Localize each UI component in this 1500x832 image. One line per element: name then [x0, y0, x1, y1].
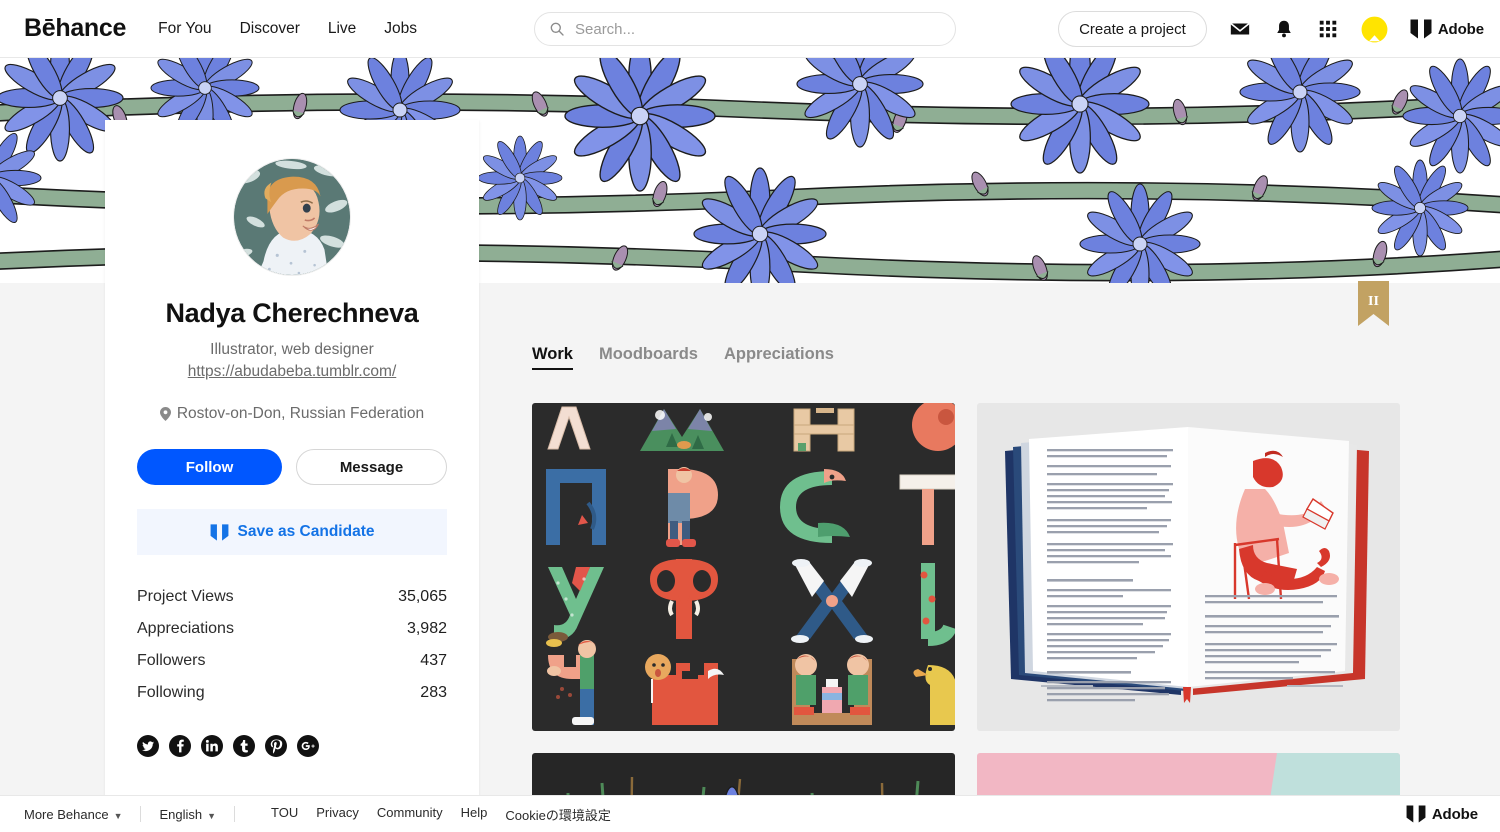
profile-stats: Project Views 35,065 Appreciations 3,982…: [137, 581, 447, 709]
profile-badge-ribbon[interactable]: II: [1358, 281, 1389, 326]
project-thumbnail-book: [977, 403, 1400, 731]
stat-row-project-views: Project Views 35,065: [137, 581, 447, 613]
footer-divider-2: [234, 806, 236, 822]
footer-link-community[interactable]: Community: [377, 805, 443, 824]
stat-row-followers: Followers 437: [137, 645, 447, 677]
stat-row-following: Following 283: [137, 677, 447, 709]
footer-more-behance[interactable]: More Behance ▼: [24, 807, 122, 822]
pinterest-icon[interactable]: [265, 735, 287, 757]
search-input[interactable]: [575, 20, 941, 38]
create-a-project-button[interactable]: Create a project: [1058, 11, 1207, 47]
behance-profile-page: Bēhance For You Discover Live Jobs Creat…: [0, 0, 1500, 832]
stat-value: 437: [420, 652, 447, 669]
linkedin-icon[interactable]: [201, 735, 223, 757]
adobe-wordmark: Adobe: [1437, 20, 1484, 38]
behance-logo[interactable]: Bēhance: [24, 14, 126, 43]
main-navigation: For You Discover Live Jobs: [158, 20, 417, 38]
save-as-candidate-button[interactable]: Save as Candidate: [137, 509, 447, 555]
social-links: [137, 735, 447, 757]
ribbon-label: II: [1368, 294, 1379, 309]
adobe-mark-icon: [210, 523, 228, 541]
chevron-down-icon: ▼: [207, 810, 217, 821]
project-card-open-book[interactable]: [977, 403, 1400, 731]
stat-value: 283: [420, 684, 447, 701]
profile-info-card: Nadya Cherechneva Illustrator, web desig…: [105, 120, 479, 810]
mail-icon[interactable]: [1229, 18, 1251, 40]
avatar[interactable]: [233, 158, 351, 276]
footer-link-tou[interactable]: TOU: [271, 805, 298, 824]
footer-link-privacy[interactable]: Privacy: [316, 805, 359, 824]
adobe-mark-icon: [1410, 19, 1432, 39]
stat-label: Project Views: [137, 588, 234, 605]
search-icon: [550, 22, 564, 36]
footer-language-label: English: [159, 806, 203, 822]
nav-live[interactable]: Live: [328, 20, 356, 38]
stat-value: 3,982: [406, 620, 447, 637]
top-header-bar: Bēhance For You Discover Live Jobs Creat…: [0, 0, 1500, 58]
search-bar[interactable]: [534, 12, 956, 46]
footer-more-behance-label: More Behance: [24, 806, 109, 822]
stat-label: Following: [137, 684, 205, 701]
footer-divider-1: [140, 806, 142, 822]
project-card-cyrillic-alphabet[interactable]: [532, 403, 955, 731]
profile-action-buttons: Follow Message: [137, 449, 447, 485]
nav-for-you[interactable]: For You: [158, 20, 211, 38]
profile-role: Illustrator, web designer: [210, 341, 374, 358]
content-tabs: Work Moodboards Appreciations: [532, 283, 1402, 370]
avatar-photo: [234, 159, 350, 275]
adobe-mark-icon: [1406, 805, 1426, 823]
stat-label: Followers: [137, 652, 206, 669]
tab-work[interactable]: Work: [532, 345, 573, 370]
follow-button[interactable]: Follow: [137, 449, 283, 485]
footer-language-select[interactable]: English ▼: [159, 807, 216, 822]
stat-label: Appreciations: [137, 620, 234, 637]
nav-discover[interactable]: Discover: [240, 20, 300, 38]
footer-adobe-logo[interactable]: Adobe: [1406, 805, 1478, 823]
facebook-icon[interactable]: [169, 735, 191, 757]
tab-moodboards[interactable]: Moodboards: [599, 345, 698, 370]
stat-row-appreciations: Appreciations 3,982: [137, 613, 447, 645]
profile-location: Rostov-on-Don, Russian Federation: [137, 405, 447, 423]
adobe-logo-header[interactable]: Adobe: [1410, 19, 1484, 39]
chevron-down-icon: ▼: [113, 810, 123, 821]
message-button[interactable]: Message: [296, 449, 447, 485]
project-grid: [532, 403, 1402, 832]
footer-link-help[interactable]: Help: [461, 805, 488, 824]
save-as-candidate-label: Save as Candidate: [237, 523, 375, 540]
footer-bar: More Behance ▼ English ▼ TOU Privacy Commu…: [0, 795, 1500, 832]
profile-website-link[interactable]: https://abudabeba.tumblr.com/: [137, 363, 447, 381]
bell-icon[interactable]: [1273, 18, 1295, 40]
page-title: Nadya Cherechneva: [165, 298, 419, 328]
adobe-wordmark: Adobe: [1431, 805, 1478, 823]
project-thumbnail-alphabet: [532, 403, 955, 731]
profile-location-text: Rostov-on-Don, Russian Federation: [176, 405, 425, 422]
user-avatar-icon[interactable]: [1361, 16, 1388, 43]
main-content: Work Moodboards Appreciations: [532, 283, 1402, 832]
location-pin-icon: [159, 407, 171, 421]
footer-links: TOU Privacy Community Help Cookieの環境設定: [271, 805, 611, 824]
header-actions: Create a project Adobe: [1058, 0, 1484, 58]
tumblr-icon[interactable]: [233, 735, 255, 757]
apps-grid-icon[interactable]: [1317, 18, 1339, 40]
twitter-icon[interactable]: [137, 735, 159, 757]
footer-link-cookie-settings[interactable]: Cookieの環境設定: [505, 805, 610, 824]
nav-jobs[interactable]: Jobs: [384, 20, 417, 38]
googleplus-icon[interactable]: [297, 735, 319, 757]
tab-appreciations[interactable]: Appreciations: [724, 345, 834, 370]
stat-value: 35,065: [398, 588, 447, 605]
